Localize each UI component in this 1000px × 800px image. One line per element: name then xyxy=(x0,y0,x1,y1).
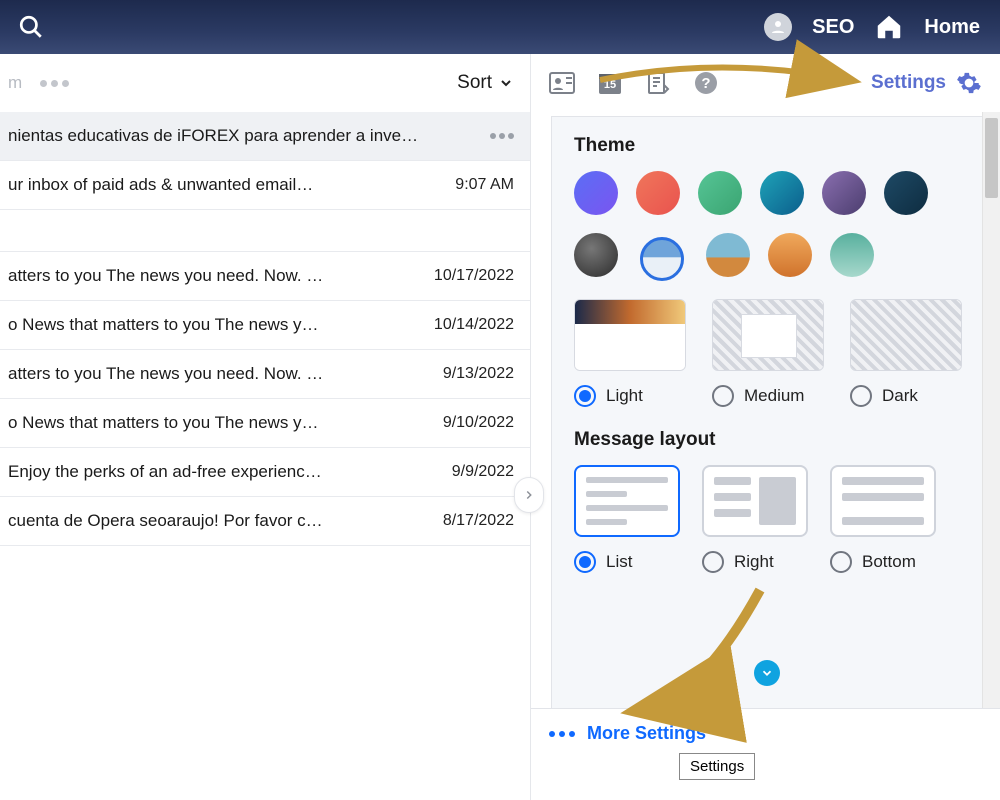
layout-card-right[interactable] xyxy=(702,465,808,537)
contacts-icon[interactable] xyxy=(549,70,575,96)
search-button[interactable] xyxy=(14,10,48,44)
message-row[interactable]: atters to you The news you need. Now. … 9… xyxy=(0,350,530,399)
mode-radio-dark[interactable]: Dark xyxy=(850,385,962,407)
chevron-down-icon xyxy=(760,666,774,680)
message-time: 10/17/2022 xyxy=(434,267,514,285)
message-subject: o News that matters to you The news y… xyxy=(8,413,431,433)
message-subject: cuenta de Opera seoaraujo! Por favor c… xyxy=(8,511,431,531)
theme-swatch-forest[interactable] xyxy=(830,233,874,277)
theme-swatch-teal[interactable] xyxy=(760,171,804,215)
notes-icon[interactable] xyxy=(645,70,671,96)
theme-swatch-violet[interactable] xyxy=(822,171,866,215)
help-icon[interactable]: ? xyxy=(693,70,719,96)
search-icon xyxy=(18,14,44,40)
message-subject: nientas educativas de iFOREX para aprend… xyxy=(8,126,480,146)
message-subject: ur inbox of paid ads & unwanted email… xyxy=(8,175,443,195)
message-row[interactable]: nientas educativas de iFOREX para aprend… xyxy=(0,112,530,161)
username-label: SEO xyxy=(812,16,854,39)
mode-label-medium: Medium xyxy=(744,386,804,406)
chevron-down-icon xyxy=(498,75,514,91)
toolbar: 15 ? Settings xyxy=(531,54,1000,112)
layout-label-list: List xyxy=(606,552,632,572)
message-time: 9/9/2022 xyxy=(452,463,514,481)
app-header: SEO Home xyxy=(0,0,1000,54)
mode-radio-medium[interactable]: Medium xyxy=(712,385,824,407)
message-row[interactable]: atters to you The news you need. Now. … 1… xyxy=(0,252,530,301)
message-time: 10/14/2022 xyxy=(434,316,514,334)
mode-card-medium[interactable] xyxy=(712,299,824,371)
mode-card-dark[interactable] xyxy=(850,299,962,371)
settings-label: Settings xyxy=(871,72,946,94)
sort-button[interactable]: Sort xyxy=(457,72,514,94)
message-row[interactable]: o News that matters to you The news y… 9/… xyxy=(0,399,530,448)
list-more-button[interactable] xyxy=(40,80,69,87)
message-row[interactable]: Enjoy the perks of an ad-free experienc…… xyxy=(0,448,530,497)
theme-swatch-dark[interactable] xyxy=(574,233,618,277)
mode-card-light[interactable] xyxy=(574,299,686,371)
avatar-icon xyxy=(769,18,787,36)
theme-swatch-green[interactable] xyxy=(698,171,742,215)
theme-swatches xyxy=(574,171,962,285)
settings-footer: More Settings Settings xyxy=(531,708,1000,800)
message-time: 9:07 AM xyxy=(455,176,514,194)
layout-radio-bottom[interactable]: Bottom xyxy=(830,551,936,573)
message-time: 9/13/2022 xyxy=(443,365,514,383)
scroll-down-button[interactable] xyxy=(754,660,780,686)
settings-panel: Theme xyxy=(551,116,982,708)
theme-swatch-orange[interactable] xyxy=(636,171,680,215)
avatar[interactable] xyxy=(764,13,792,41)
message-subject: atters to you The news you need. Now. … xyxy=(8,364,431,384)
more-icon xyxy=(549,731,575,737)
message-subject: o News that matters to you The news y… xyxy=(8,315,422,335)
theme-swatch-navy[interactable] xyxy=(884,171,928,215)
message-time: 8/17/2022 xyxy=(443,512,514,530)
layout-card-bottom[interactable] xyxy=(830,465,936,537)
mode-label-light: Light xyxy=(606,386,643,406)
list-gap xyxy=(0,210,530,252)
more-settings-label: More Settings xyxy=(587,723,706,744)
layout-radio-right[interactable]: Right xyxy=(702,551,808,573)
svg-text:?: ? xyxy=(701,75,710,92)
calendar-icon[interactable]: 15 xyxy=(597,70,623,96)
message-more-button[interactable] xyxy=(490,133,514,139)
message-time: 9/10/2022 xyxy=(443,414,514,432)
message-list-pane: m Sort nientas educativas de iFOREX para… xyxy=(0,54,531,800)
layout-label-right: Right xyxy=(734,552,774,572)
theme-swatch-mountain-selected[interactable] xyxy=(636,233,688,285)
mode-label-dark: Dark xyxy=(882,386,918,406)
more-settings-link[interactable]: More Settings xyxy=(549,723,982,744)
theme-heading: Theme xyxy=(574,135,962,157)
layout-radio-list[interactable]: List xyxy=(574,551,680,573)
home-link[interactable]: Home xyxy=(924,16,980,39)
tooltip: Settings xyxy=(679,753,755,780)
layout-heading: Message layout xyxy=(574,429,962,451)
right-pane: 15 ? Settings Theme xyxy=(531,54,1000,800)
panel-scrollbar[interactable] xyxy=(982,112,1000,708)
message-list[interactable]: nientas educativas de iFOREX para aprend… xyxy=(0,112,530,800)
theme-swatch-sunset[interactable] xyxy=(768,233,812,277)
gear-icon xyxy=(956,70,982,96)
tooltip-text: Settings xyxy=(690,758,744,775)
message-row[interactable]: cuenta de Opera seoaraujo! Por favor c… 8… xyxy=(0,497,530,546)
list-placeholder: m xyxy=(8,73,22,93)
settings-button[interactable]: Settings xyxy=(871,70,982,96)
layout-card-list[interactable] xyxy=(574,465,680,537)
message-subject: Enjoy the perks of an ad-free experienc… xyxy=(8,462,440,482)
layout-label-bottom: Bottom xyxy=(862,552,916,572)
calendar-day: 15 xyxy=(597,79,623,91)
home-icon[interactable] xyxy=(874,12,904,42)
message-row[interactable]: o News that matters to you The news y… 10… xyxy=(0,301,530,350)
mode-radio-light[interactable]: Light xyxy=(574,385,686,407)
message-subject: atters to you The news you need. Now. … xyxy=(8,266,422,286)
theme-swatch-beach[interactable] xyxy=(706,233,750,277)
message-row[interactable]: ur inbox of paid ads & unwanted email… 9:… xyxy=(0,161,530,210)
theme-swatch-purple[interactable] xyxy=(574,171,618,215)
sort-label: Sort xyxy=(457,72,492,94)
